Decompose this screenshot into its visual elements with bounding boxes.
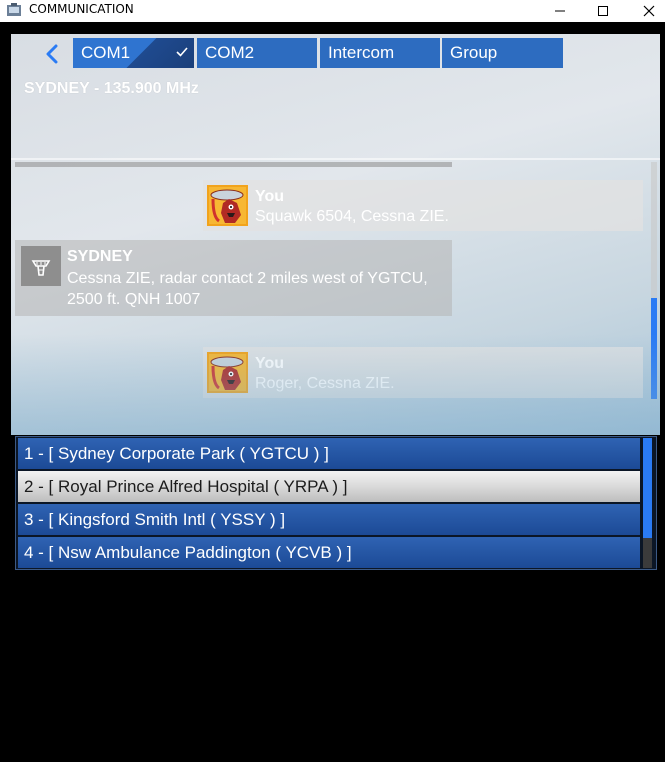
maximize-icon xyxy=(598,6,608,16)
app-icon xyxy=(6,2,22,18)
tab-group[interactable]: Group xyxy=(442,38,563,68)
close-button[interactable] xyxy=(626,0,665,22)
destination-scrollbar[interactable] xyxy=(643,438,652,568)
tab-label: COM1 xyxy=(81,43,131,62)
window-title: COMMUNICATION xyxy=(29,2,134,16)
message-text: Cessna ZIE, radar contact 2 miles west o… xyxy=(67,270,428,308)
close-icon xyxy=(643,5,655,17)
message-sender: You xyxy=(255,355,285,372)
tab-label: COM2 xyxy=(205,43,255,62)
tab-label: Intercom xyxy=(328,43,395,62)
frequency-label: SYDNEY - 135.900 MHz xyxy=(24,80,199,97)
message-text: Squawk 6504, Cessna ZIE. xyxy=(255,208,449,225)
destination-item[interactable]: 2 - [ Royal Prince Alfred Hospital ( YRP… xyxy=(18,471,640,502)
check-icon xyxy=(176,47,188,57)
message-item: You Roger, Cessna ZIE. xyxy=(203,347,643,398)
tab-label: Group xyxy=(450,43,498,62)
destination-item[interactable]: 3 - [ Kingsford Smith Intl ( YSSY ) ] xyxy=(18,504,640,535)
tab-com2[interactable]: COM2 xyxy=(197,38,317,68)
destination-item[interactable]: 1 - [ Sydney Corporate Park ( YGTCU ) ] xyxy=(18,438,640,469)
destination-item[interactable]: 4 - [ Nsw Ambulance Paddington ( YCVB ) … xyxy=(18,537,640,568)
message-item: SYDNEY Cessna ZIE, radar contact 2 miles… xyxy=(15,240,452,316)
minimize-icon xyxy=(555,10,565,12)
tab-intercom[interactable]: Intercom xyxy=(320,38,440,68)
message-divider xyxy=(15,162,452,167)
tab-com1[interactable]: COM1 xyxy=(73,38,194,68)
pilot-avatar-icon xyxy=(207,352,248,393)
message-log[interactable]: You Squawk 6504, Cessna ZIE. SYDNEY Cess… xyxy=(11,160,649,435)
message-scrollbar[interactable] xyxy=(651,162,657,399)
destination-list: 1 - [ Sydney Corporate Park ( YGTCU ) ] … xyxy=(15,436,657,570)
message-sender: SYDNEY xyxy=(67,248,133,265)
message-text: Roger, Cessna ZIE. xyxy=(255,375,395,392)
chevron-left-icon xyxy=(46,44,58,64)
destination-scrollbar-thumb[interactable] xyxy=(643,438,652,538)
pilot-avatar-icon xyxy=(207,185,248,226)
message-scrollbar-thumb[interactable] xyxy=(651,298,657,399)
maximize-button[interactable] xyxy=(580,0,626,22)
back-button[interactable] xyxy=(39,42,65,66)
message-sender: You xyxy=(255,188,285,205)
minimize-button[interactable] xyxy=(537,0,583,22)
communication-panel: COM1 COM2 Intercom Group SYDNEY - 135.90… xyxy=(11,34,660,435)
control-tower-icon xyxy=(21,246,61,286)
window-titlebar: COMMUNICATION xyxy=(0,0,665,22)
message-item: You Squawk 6504, Cessna ZIE. xyxy=(203,180,643,231)
